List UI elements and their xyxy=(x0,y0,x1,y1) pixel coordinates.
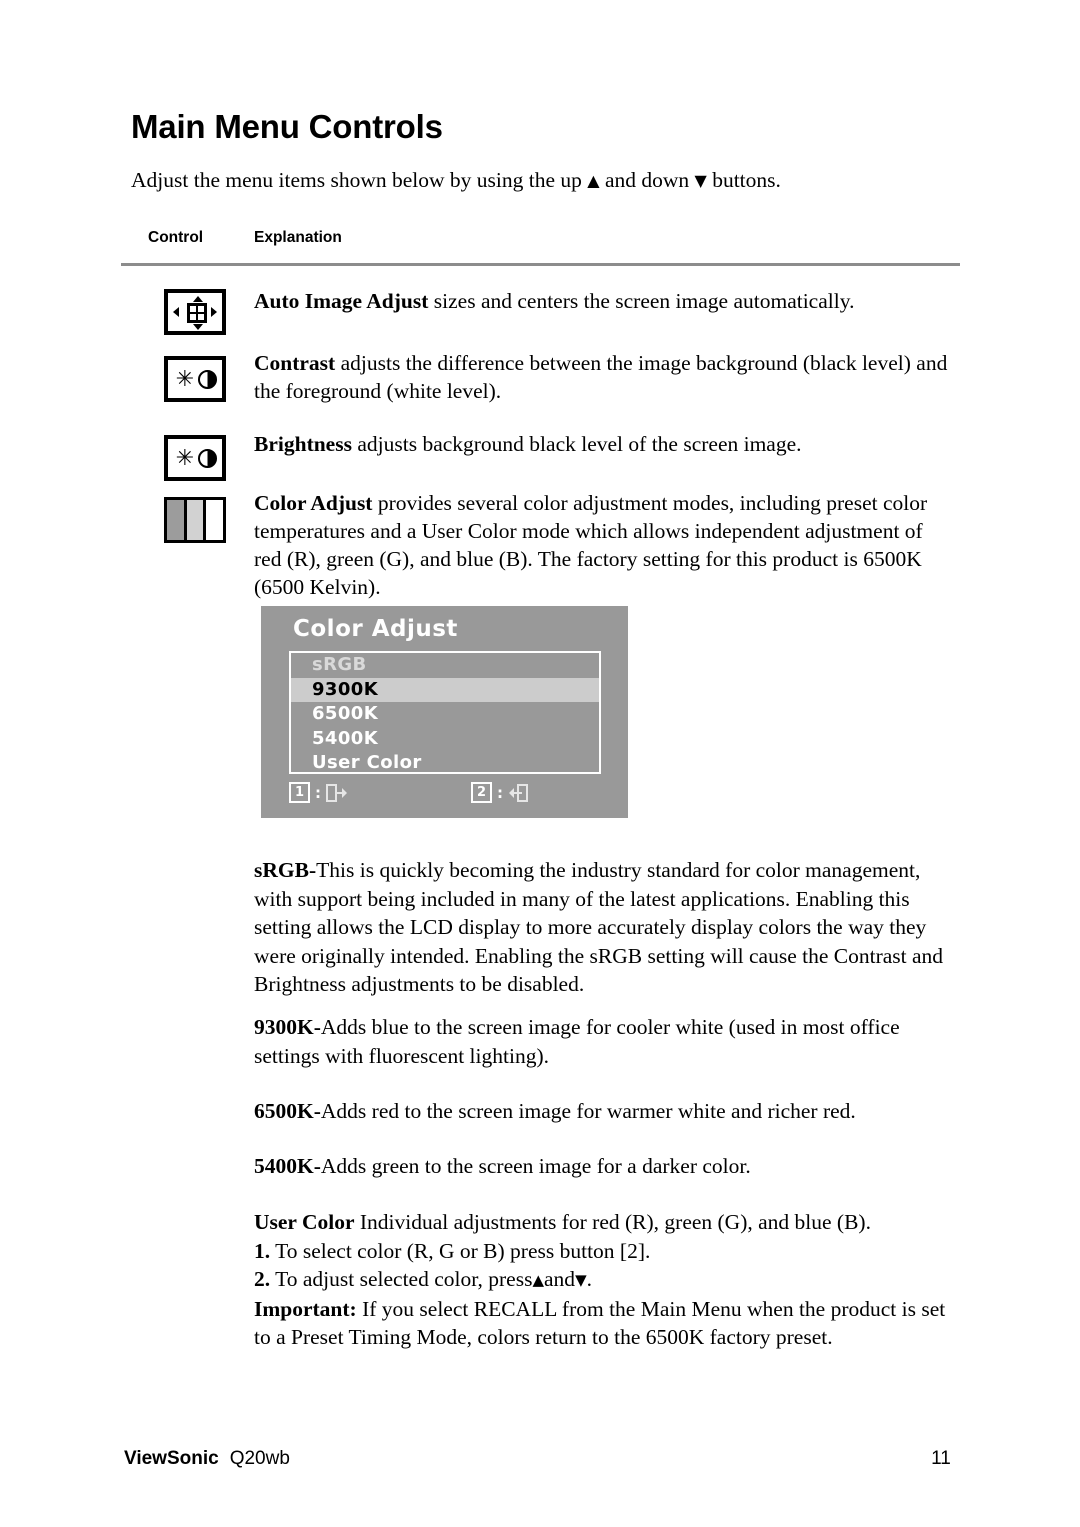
table-row: Contrast adjusts the difference between … xyxy=(254,349,954,405)
paragraph-text: Adds red to the screen image for warmer … xyxy=(320,1099,856,1123)
intro-text-before: Adjust the menu items shown below by usi… xyxy=(131,168,588,192)
intro-text-middle: and down xyxy=(599,168,695,192)
osd-item-srgb[interactable]: sRGB xyxy=(291,653,599,678)
osd-key-1-label: 1 xyxy=(289,782,310,803)
user-color-line: User Color Individual adjustments for re… xyxy=(254,1208,956,1237)
page-number: 11 xyxy=(931,1448,951,1469)
color-bar-light xyxy=(206,500,224,540)
grid-icon xyxy=(187,303,207,323)
color-adjust-icon xyxy=(164,497,226,543)
down-triangle-icon: ▼ xyxy=(575,1271,587,1289)
sun-icon: ✳ xyxy=(175,367,195,392)
arrow-right-icon xyxy=(211,307,217,317)
paragraph-term: 5400K- xyxy=(254,1154,321,1178)
paragraph-user-color: User Color Individual adjustments for re… xyxy=(254,1208,956,1352)
intro-text-after: buttons. xyxy=(706,168,781,192)
osd-item-9300k[interactable]: 9300K xyxy=(291,677,599,702)
column-header-control: Control xyxy=(148,229,204,246)
half-circle-icon xyxy=(198,370,217,389)
table-row: Brightness adjusts background black leve… xyxy=(254,430,954,458)
step-text-mid: and xyxy=(544,1267,576,1291)
important-term: Important: xyxy=(254,1296,357,1321)
paragraph-5400k: 5400K-Adds green to the screen image for… xyxy=(254,1152,956,1181)
sun-icon: ✳ xyxy=(175,446,195,471)
user-color-step-2: 2. To adjust selected color, press▲and▼. xyxy=(254,1265,956,1295)
table-row: Auto Image Adjust sizes and centers the … xyxy=(254,287,954,315)
arrow-down-icon xyxy=(193,324,203,330)
column-header-explanation: Explanation xyxy=(254,229,342,246)
paragraph-9300k: 9300K-Adds blue to the screen image for … xyxy=(254,1013,956,1070)
paragraph-srgb: sRGB-This is quickly becoming the indust… xyxy=(254,856,956,999)
up-triangle-icon: ▲ xyxy=(587,171,600,190)
page-title: Main Menu Controls xyxy=(131,108,443,145)
document-page: Main Menu Controls Adjust the menu items… xyxy=(0,0,1080,1527)
table-header: Control Explanation xyxy=(148,229,342,247)
step-text: To adjust selected color, press xyxy=(270,1267,533,1291)
auto-image-adjust-icon xyxy=(164,289,226,335)
paragraph-text: Adds green to the screen image for a dar… xyxy=(320,1154,751,1178)
paragraph-term: User Color xyxy=(254,1210,355,1234)
row-term: Auto Image Adjust xyxy=(254,289,429,313)
enter-in-icon xyxy=(508,783,528,802)
footer-brand-model: ViewSonic Q20wb xyxy=(124,1448,290,1470)
row-term: Color Adjust xyxy=(254,491,373,515)
paragraph-text: Individual adjustments for red (R), gree… xyxy=(354,1210,871,1234)
intro-paragraph: Adjust the menu items shown below by usi… xyxy=(131,168,781,193)
color-bar-mid xyxy=(186,500,207,540)
step-text: To select color (R, G or B) press button… xyxy=(270,1238,651,1263)
osd-item-5400k[interactable]: 5400K xyxy=(291,727,599,752)
row-text: adjusts background black level of the sc… xyxy=(351,432,802,456)
osd-button-1[interactable]: 1 : xyxy=(289,782,347,803)
half-circle-icon xyxy=(198,449,217,468)
up-triangle-icon: ▲ xyxy=(532,1271,545,1289)
osd-item-6500k[interactable]: 6500K xyxy=(291,702,599,727)
step-number: 2. xyxy=(254,1267,271,1291)
user-color-important: Important: If you select RECALL from the… xyxy=(254,1295,956,1352)
osd-footer: 1 : 2 : xyxy=(289,782,601,808)
step-text-after: . xyxy=(586,1267,592,1291)
row-term: Contrast xyxy=(254,351,336,375)
osd-item-user-color[interactable]: User Color xyxy=(291,751,599,776)
important-text: If you select RECALL from the Main Menu … xyxy=(254,1296,946,1350)
table-row: Color Adjust provides several color adju… xyxy=(254,489,954,601)
step-number: 1. xyxy=(254,1238,271,1263)
contrast-icon: ✳ xyxy=(164,356,226,402)
paragraph-term: 6500K- xyxy=(254,1099,321,1123)
row-text: sizes and centers the screen image autom… xyxy=(428,289,855,313)
paragraph-term: sRGB- xyxy=(254,858,317,882)
model-name: Q20wb xyxy=(229,1448,290,1469)
paragraph-text: This is quickly becoming the industry st… xyxy=(254,858,944,996)
paragraph-6500k: 6500K-Adds red to the screen image for w… xyxy=(254,1097,956,1126)
row-text: adjusts the difference between the image… xyxy=(254,351,948,403)
osd-title: Color Adjust xyxy=(293,616,458,642)
down-triangle-icon: ▼ xyxy=(694,171,707,190)
row-term: Brightness xyxy=(254,432,352,456)
osd-button-2[interactable]: 2 : xyxy=(471,782,528,803)
osd-key-2-colon: : xyxy=(497,783,503,802)
osd-option-list: sRGB 9300K 6500K 5400K User Color xyxy=(289,651,601,774)
paragraph-term: 9300K- xyxy=(254,1015,321,1039)
brand-name: ViewSonic xyxy=(124,1448,219,1469)
brightness-icon: ✳ xyxy=(164,435,226,481)
osd-key-2-label: 2 xyxy=(471,782,492,803)
arrow-up-icon xyxy=(193,296,203,302)
paragraph-text: Adds blue to the screen image for cooler… xyxy=(254,1015,900,1068)
osd-color-adjust-menu: Color Adjust sRGB 9300K 6500K 5400K User… xyxy=(261,606,628,818)
osd-key-1-colon: : xyxy=(315,783,321,802)
exit-out-icon xyxy=(326,783,347,802)
user-color-step-1: 1. To select color (R, G or B) press but… xyxy=(254,1237,956,1266)
arrow-left-icon xyxy=(173,307,179,317)
header-divider xyxy=(121,263,960,266)
color-bar-dark xyxy=(167,500,187,540)
